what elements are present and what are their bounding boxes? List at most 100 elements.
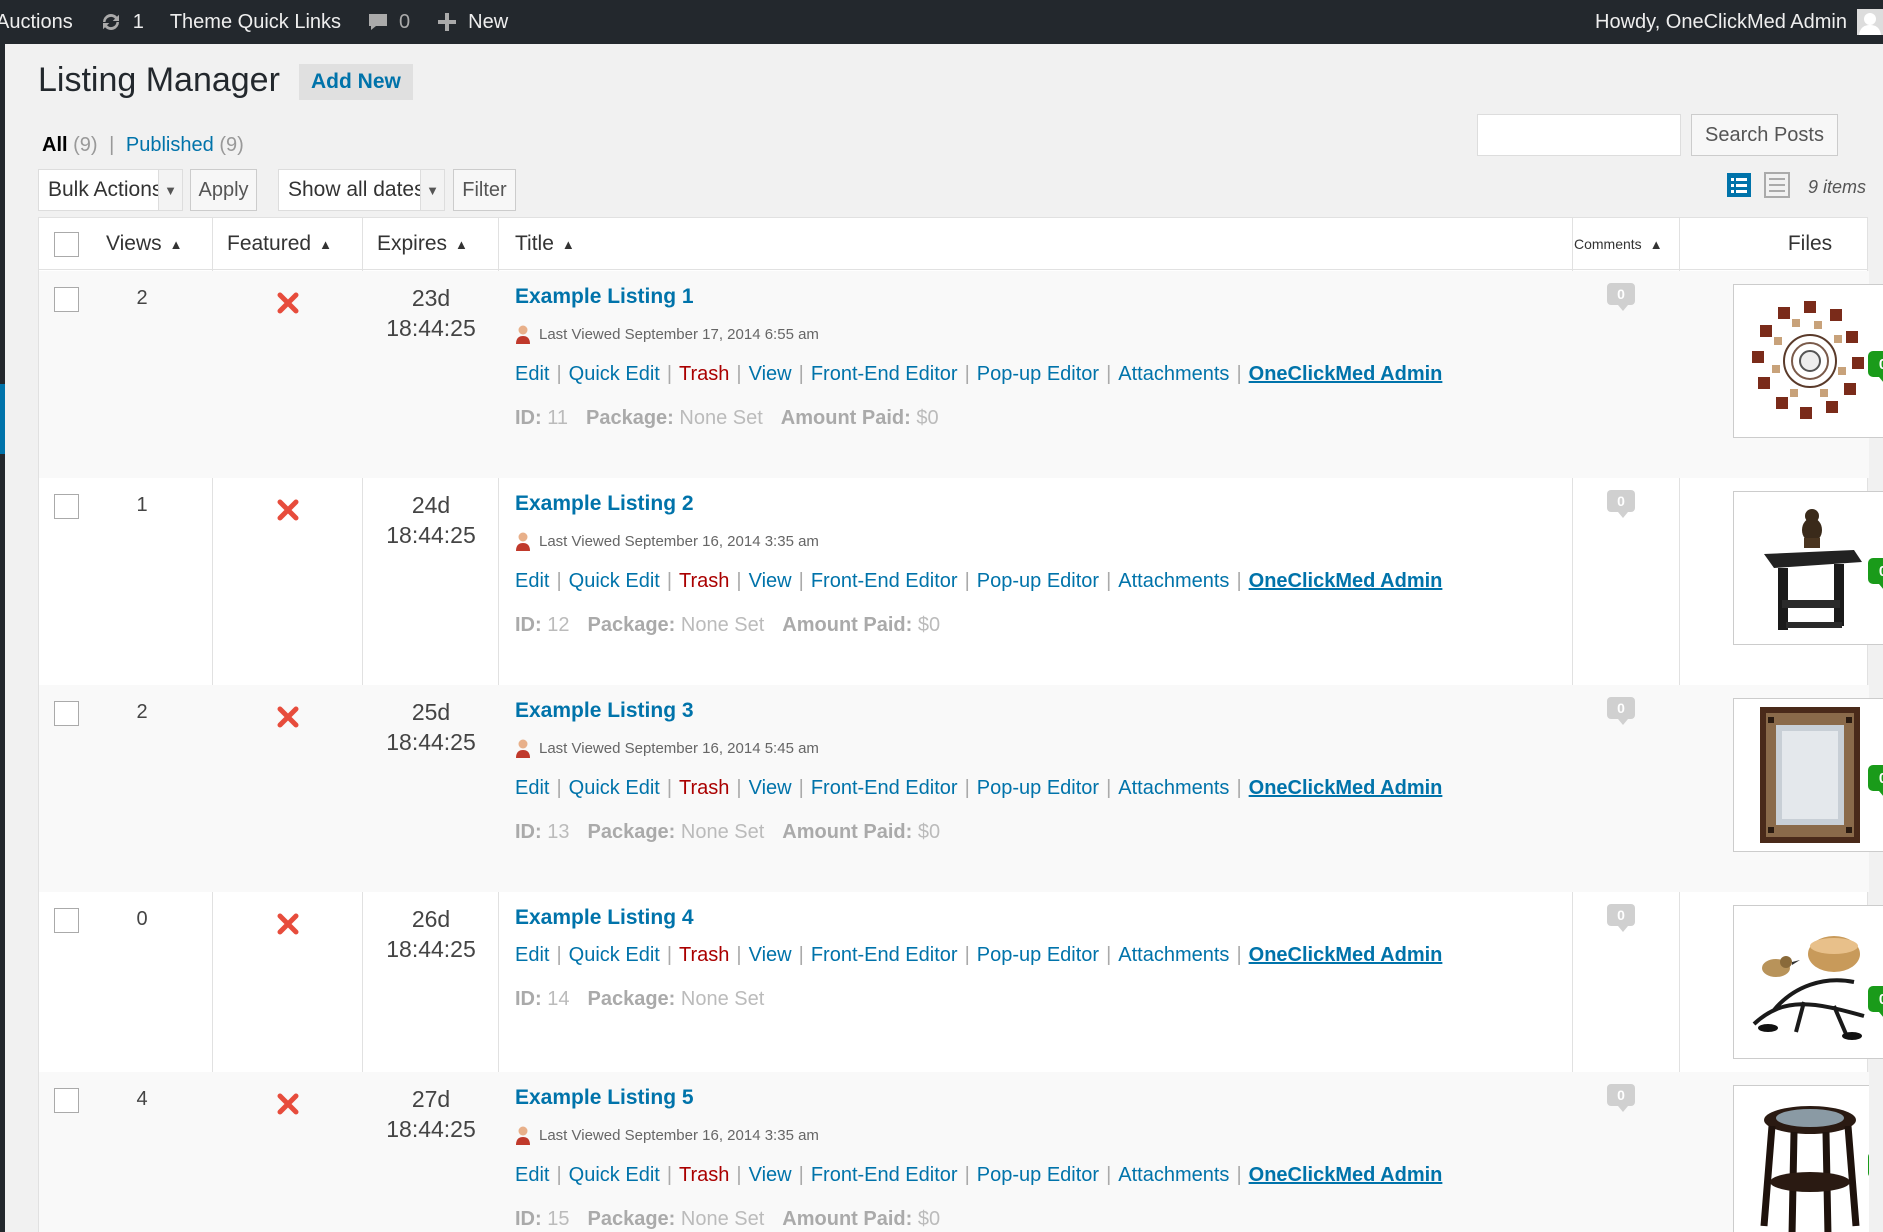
view-link[interactable]: View — [749, 363, 792, 385]
not-featured-x-icon[interactable] — [275, 290, 301, 316]
trash-link[interactable]: Trash — [679, 1164, 729, 1186]
view-link[interactable]: View — [749, 570, 792, 592]
site-name-link[interactable]: Auctions — [0, 11, 73, 34]
column-files: Files — [1749, 218, 1871, 270]
column-views[interactable]: Views ▲ — [106, 218, 183, 270]
listing-title-link[interactable]: Example Listing 2 — [515, 492, 694, 516]
column-comments[interactable]: Comments ▲ — [1574, 218, 1663, 270]
listing-title-link[interactable]: Example Listing 3 — [515, 699, 694, 723]
files-count-badge[interactable]: 0 — [1868, 1152, 1869, 1178]
files-count-badge[interactable]: 0 — [1868, 351, 1883, 383]
filter-all[interactable]: All — [42, 134, 68, 156]
edit-link[interactable]: Edit — [515, 570, 549, 592]
trash-link[interactable]: Trash — [679, 363, 729, 385]
listing-meta: ID: 12 Package: None Set Amount Paid: $0 — [515, 614, 940, 637]
author-link[interactable]: OneClickMed Admin — [1249, 777, 1443, 799]
row-checkbox[interactable] — [54, 494, 79, 519]
column-featured[interactable]: Featured ▲ — [227, 218, 332, 270]
row-checkbox[interactable] — [54, 287, 79, 312]
popup-editor-link[interactable]: Pop-up Editor — [977, 363, 1099, 385]
attachments-link[interactable]: Attachments — [1118, 1164, 1229, 1186]
date-filter-select[interactable]: Show all dates ▼ — [278, 169, 445, 211]
comment-count-bubble[interactable]: 0 — [1607, 1084, 1635, 1112]
comment-count-bubble[interactable]: 0 — [1607, 697, 1635, 725]
author-link[interactable]: OneClickMed Admin — [1249, 570, 1443, 592]
view-link[interactable]: View — [749, 1164, 792, 1186]
quick-edit-link[interactable]: Quick Edit — [569, 944, 660, 966]
row-checkbox[interactable] — [54, 701, 79, 726]
listing-thumbnail[interactable]: 0 — [1733, 284, 1883, 438]
new-content-link[interactable]: New — [436, 11, 508, 34]
edit-link[interactable]: Edit — [515, 1164, 549, 1186]
front-end-editor-link[interactable]: Front-End Editor — [811, 1164, 958, 1186]
updates-link[interactable]: 1 — [99, 10, 144, 34]
comment-count-bubble[interactable]: 0 — [1607, 904, 1635, 932]
trash-link[interactable]: Trash — [679, 777, 729, 799]
comments-link[interactable]: 0 — [367, 11, 410, 34]
quick-edit-link[interactable]: Quick Edit — [569, 570, 660, 592]
front-end-editor-link[interactable]: Front-End Editor — [811, 570, 958, 592]
view-link[interactable]: View — [749, 944, 792, 966]
front-end-editor-link[interactable]: Front-End Editor — [811, 363, 958, 385]
excerpt-view-icon[interactable] — [1764, 172, 1790, 198]
column-title[interactable]: Title ▲ — [515, 218, 575, 270]
theme-quick-links[interactable]: Theme Quick Links — [170, 11, 341, 34]
attachments-link[interactable]: Attachments — [1118, 777, 1229, 799]
not-featured-x-icon[interactable] — [275, 911, 301, 937]
filter-button[interactable]: Filter — [453, 169, 516, 211]
edit-link[interactable]: Edit — [515, 944, 549, 966]
row-actions: Edit | Quick Edit | Trash | View | Front-End Edi… — [515, 1164, 1443, 1186]
front-end-editor-link[interactable]: Front-End Editor — [811, 777, 958, 799]
listing-thumbnail[interactable]: 0 — [1733, 698, 1883, 852]
listing-thumbnail[interactable]: 0 — [1733, 905, 1883, 1059]
popup-editor-link[interactable]: Pop-up Editor — [977, 1164, 1099, 1186]
not-featured-x-icon[interactable] — [275, 497, 301, 523]
bulk-actions-select[interactable]: Bulk Actions ▼ — [38, 169, 183, 211]
comment-count-bubble[interactable]: 0 — [1607, 490, 1635, 518]
howdy-label: Howdy, OneClickMed Admin — [1595, 10, 1847, 33]
listing-title-link[interactable]: Example Listing 4 — [515, 906, 694, 930]
popup-editor-link[interactable]: Pop-up Editor — [977, 777, 1099, 799]
my-account[interactable]: Howdy, OneClickMed Admin — [1595, 0, 1883, 44]
trash-link[interactable]: Trash — [679, 570, 729, 592]
search-posts-button[interactable]: Search Posts — [1691, 114, 1838, 156]
attachments-link[interactable]: Attachments — [1118, 944, 1229, 966]
select-all-checkbox[interactable] — [54, 232, 79, 257]
popup-editor-link[interactable]: Pop-up Editor — [977, 570, 1099, 592]
edit-link[interactable]: Edit — [515, 777, 549, 799]
not-featured-x-icon[interactable] — [275, 704, 301, 730]
column-expires[interactable]: Expires ▲ — [377, 218, 468, 270]
author-link[interactable]: OneClickMed Admin — [1249, 944, 1443, 966]
files-count-badge[interactable]: 0 — [1868, 558, 1883, 590]
files-count-badge[interactable]: 0 — [1868, 986, 1883, 1018]
view-link[interactable]: View — [749, 777, 792, 799]
add-new-button[interactable]: Add New — [299, 64, 413, 100]
listing-title-link[interactable]: Example Listing 1 — [515, 285, 694, 309]
trash-link[interactable]: Trash — [679, 944, 729, 966]
attachments-link[interactable]: Attachments — [1118, 570, 1229, 592]
listing-thumbnail[interactable]: 0 — [1733, 491, 1883, 645]
attachments-link[interactable]: Attachments — [1118, 363, 1229, 385]
edit-link[interactable]: Edit — [515, 363, 549, 385]
list-view-icon[interactable] — [1726, 172, 1752, 198]
author-link[interactable]: OneClickMed Admin — [1249, 1164, 1443, 1186]
files-count-badge[interactable]: 0 — [1868, 765, 1883, 797]
comment-count-bubble[interactable]: 0 — [1607, 283, 1635, 311]
listing-thumbnail[interactable]: 0 — [1733, 1085, 1869, 1232]
quick-edit-link[interactable]: Quick Edit — [569, 363, 660, 385]
meta-package-label: Package: — [587, 1208, 676, 1230]
apply-button[interactable]: Apply — [190, 169, 257, 211]
listing-title-link[interactable]: Example Listing 5 — [515, 1086, 694, 1110]
front-end-editor-link[interactable]: Front-End Editor — [811, 944, 958, 966]
popup-editor-link[interactable]: Pop-up Editor — [977, 944, 1099, 966]
quick-edit-link[interactable]: Quick Edit — [569, 1164, 660, 1186]
row-checkbox[interactable] — [54, 1088, 79, 1113]
quick-edit-link[interactable]: Quick Edit — [569, 777, 660, 799]
author-link[interactable]: OneClickMed Admin — [1249, 363, 1443, 385]
table-row: 0 26d 18:44:25 Example Listing 4 Edit | Qui… — [39, 892, 1883, 1072]
row-checkbox[interactable] — [54, 908, 79, 933]
filter-published[interactable]: Published — [126, 134, 214, 156]
round-end-table-image — [1760, 1106, 1860, 1232]
search-input[interactable] — [1477, 114, 1681, 156]
not-featured-x-icon[interactable] — [275, 1091, 301, 1117]
